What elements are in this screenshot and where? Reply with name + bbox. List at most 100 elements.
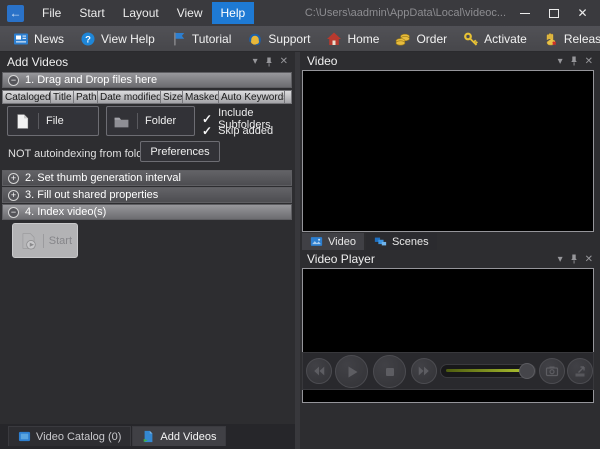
tab-video-catalog-label: Video Catalog (0): [36, 431, 121, 443]
video-catalog-icon: [18, 430, 31, 443]
maximize-button[interactable]: [539, 0, 568, 26]
video-frame-icon: [310, 235, 323, 248]
video-view-tabs: Video Scenes: [302, 233, 437, 250]
file-list-header: Cataloged Title Path Date modified Size …: [2, 90, 292, 104]
app-icon[interactable]: ←: [7, 5, 24, 22]
panel-menu-icon[interactable]: ▾: [253, 56, 258, 67]
file-button-label: File: [46, 115, 64, 127]
hand-stop-icon: [543, 31, 559, 47]
tab-video-view-label: Video: [328, 236, 356, 248]
help-icon: ?: [80, 31, 96, 47]
add-videos-panel-header: Add Videos ▾ ✕: [0, 52, 295, 71]
menu-file[interactable]: File: [33, 2, 70, 24]
tab-video-catalog[interactable]: Video Catalog (0): [8, 426, 131, 446]
export-button[interactable]: [567, 358, 593, 384]
skip-added-checkbox[interactable]: ✓ Skip added: [202, 124, 273, 138]
start-button-label: Start: [49, 235, 72, 247]
minimize-icon: [520, 13, 530, 14]
rewind-button[interactable]: [306, 358, 332, 384]
volume-slider-knob[interactable]: [519, 363, 535, 379]
button-separator: [43, 234, 44, 248]
title-bar: ← File Start Layout View Help C:\Users\a…: [0, 0, 600, 26]
panel-close-icon[interactable]: ✕: [280, 56, 288, 67]
close-icon: ✕: [577, 6, 587, 20]
tab-add-videos[interactable]: Add Videos: [132, 426, 226, 446]
support-label: Support: [268, 32, 310, 46]
section-thumb-interval[interactable]: + 2. Set thumb generation interval: [2, 170, 292, 186]
tutorial-button[interactable]: Tutorial: [163, 27, 240, 51]
column-date-modified[interactable]: Date modified: [98, 91, 161, 103]
news-button[interactable]: News: [5, 27, 72, 51]
bottom-tab-bar: Video Catalog (0) Add Videos: [0, 424, 295, 449]
menu-layout[interactable]: Layout: [114, 2, 168, 24]
column-auto-keywords[interactable]: Auto Keywords: [219, 91, 285, 103]
tab-scenes-view-label: Scenes: [392, 236, 429, 248]
menu-start[interactable]: Start: [70, 2, 113, 24]
main-toolbar: News ? View Help Tutorial Support Home O…: [0, 26, 600, 52]
column-path[interactable]: Path: [74, 91, 98, 103]
release-button[interactable]: Release: [535, 27, 600, 51]
file-icon: [14, 113, 31, 130]
home-button[interactable]: Home: [318, 27, 387, 51]
pin-icon[interactable]: [265, 57, 273, 67]
maximize-icon: [549, 9, 559, 18]
panel-close-icon[interactable]: ✕: [585, 56, 593, 67]
video-display-area: [302, 70, 594, 232]
column-size[interactable]: Size: [161, 91, 183, 103]
panel-menu-icon[interactable]: ▾: [558, 254, 563, 265]
preferences-button-label: Preferences: [150, 146, 209, 158]
folder-button-label: Folder: [145, 115, 176, 127]
column-cataloged[interactable]: Cataloged: [3, 91, 51, 103]
headset-icon: [247, 31, 263, 47]
panel-menu-icon[interactable]: ▾: [558, 56, 563, 67]
button-separator: [38, 113, 39, 129]
video-player-panel-title: Video Player: [307, 252, 375, 266]
section-index-videos[interactable]: − 4. Index video(s): [2, 204, 292, 220]
autoindex-status-text: NOT autoindexing from folder: [8, 148, 152, 160]
tab-add-videos-label: Add Videos: [160, 431, 216, 443]
video-panel-title: Video: [307, 54, 337, 68]
start-video-icon: [18, 231, 38, 251]
column-masked[interactable]: Masked: [183, 91, 219, 103]
file-button[interactable]: File: [7, 106, 99, 136]
support-button[interactable]: Support: [239, 27, 318, 51]
stop-button[interactable]: [373, 355, 406, 388]
tab-video-view[interactable]: Video: [302, 233, 364, 250]
home-label: Home: [347, 32, 379, 46]
snapshot-button[interactable]: [539, 358, 565, 384]
panel-close-icon[interactable]: ✕: [585, 254, 593, 265]
section-drag-drop[interactable]: − 1. Drag and Drop files here: [2, 72, 292, 88]
scenes-icon: [374, 235, 387, 248]
key-icon: [463, 31, 479, 47]
expand-icon[interactable]: +: [8, 190, 19, 201]
fast-forward-button[interactable]: [411, 358, 437, 384]
section-drag-drop-label: 1. Drag and Drop files here: [25, 74, 157, 86]
news-icon: [13, 31, 29, 47]
tab-scenes-view[interactable]: Scenes: [366, 233, 437, 250]
column-title[interactable]: Title: [51, 91, 74, 103]
collapse-icon[interactable]: −: [8, 75, 19, 86]
camera-icon: [545, 364, 559, 378]
preferences-button[interactable]: Preferences: [140, 141, 220, 162]
fast-forward-icon: [417, 364, 431, 378]
collapse-icon[interactable]: −: [8, 207, 19, 218]
menu-view[interactable]: View: [168, 2, 212, 24]
play-button[interactable]: [335, 355, 368, 388]
view-help-button[interactable]: ? View Help: [72, 27, 163, 51]
skip-added-label: Skip added: [218, 125, 273, 137]
activate-button[interactable]: Activate: [455, 27, 535, 51]
pin-icon[interactable]: [570, 254, 578, 264]
start-button[interactable]: Start: [12, 223, 78, 258]
view-help-label: View Help: [101, 32, 155, 46]
section-shared-properties[interactable]: + 3. Fill out shared properties: [2, 187, 292, 203]
order-button[interactable]: Order: [387, 27, 455, 51]
minimize-button[interactable]: [510, 0, 539, 26]
close-button[interactable]: ✕: [568, 0, 597, 26]
menu-help[interactable]: Help: [212, 2, 255, 24]
pin-icon[interactable]: [570, 56, 578, 66]
expand-icon[interactable]: +: [8, 173, 19, 184]
tutorial-label: Tutorial: [192, 32, 232, 46]
folder-button[interactable]: Folder: [106, 106, 195, 136]
checkmark-icon: ✓: [202, 124, 212, 138]
folder-icon: [113, 113, 130, 130]
